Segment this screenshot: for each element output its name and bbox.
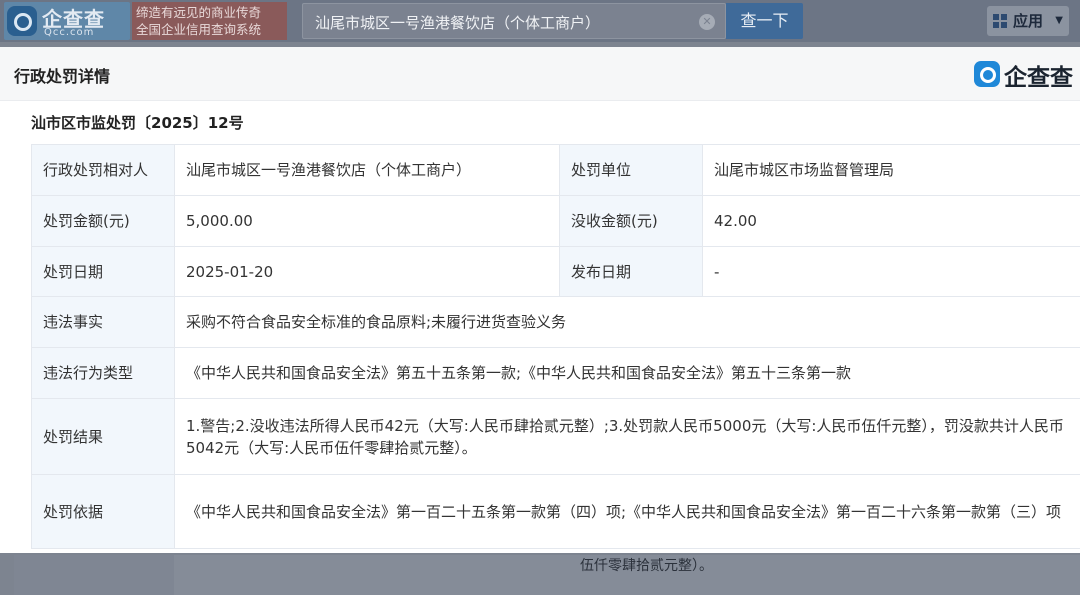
confiscate-value: 42.00 — [702, 195, 1080, 247]
modal-header: 行政处罚详情 企查查 — [0, 47, 1080, 101]
apps-menu-button[interactable]: 应用 ▼ — [987, 6, 1069, 36]
party-link[interactable]: 汕尾市城区一号渔港餐饮店（个体工商户） — [174, 144, 560, 196]
date-label: 处罚日期 — [31, 246, 175, 297]
table-row: 处罚依据 《中华人民共和国食品安全法》第一百二十五条第一款第（四）项;《中华人民… — [31, 474, 1080, 549]
search-button[interactable]: 查一下 — [726, 3, 803, 39]
violation-type-value: 《中华人民共和国食品安全法》第五十五条第一款;《中华人民共和国食品安全法》第五十… — [174, 347, 1080, 399]
modal-title: 行政处罚详情 — [14, 67, 111, 86]
slogan-banner: 缔造有远见的商业传奇 全国企业信用查询系统 — [132, 2, 287, 40]
penalty-detail-table: 行政处罚相对人 汕尾市城区一号渔港餐饮店（个体工商户） 处罚单位 汕尾市城区市场… — [31, 144, 1080, 549]
basis-value: 《中华人民共和国食品安全法》第一百二十五条第一款第（四）项;《中华人民共和国食品… — [174, 474, 1080, 549]
confiscate-label: 没收金额(元) — [559, 195, 703, 247]
qcc-logo[interactable]: 企查查 Qcc.com — [4, 2, 130, 40]
top-header: 企查查 Qcc.com 缔造有远见的商业传奇 全国企业信用查询系统 汕尾市城区一… — [0, 0, 1080, 42]
background-table-peek: 伍仟零肆拾贰元整）。 — [14, 555, 1080, 595]
facts-value: 采购不符合食品安全标准的食品原料;未履行进货查验义务 — [174, 296, 1080, 348]
brand-text: 企查查 — [1004, 65, 1073, 91]
apps-menu-label: 应用 — [1013, 12, 1044, 30]
party-label: 行政处罚相对人 — [31, 144, 175, 196]
background-peek-text: 伍仟零肆拾贰元整）。 — [580, 558, 713, 574]
table-row: 违法事实 采购不符合食品安全标准的食品原料;未履行进货查验义务 — [31, 296, 1080, 348]
table-row: 处罚日期 2025-01-20 发布日期 - — [31, 246, 1080, 297]
apps-grid-icon — [993, 14, 1007, 28]
slogan-line-2: 全国企业信用查询系统 — [136, 22, 262, 37]
table-row: 行政处罚相对人 汕尾市城区一号渔港餐饮店（个体工商户） 处罚单位 汕尾市城区市场… — [31, 144, 1080, 196]
unit-value: 汕尾市城区市场监督管理局 — [702, 144, 1080, 196]
table-row: 违法行为类型 《中华人民共和国食品安全法》第五十五条第一款;《中华人民共和国食品… — [31, 347, 1080, 399]
result-value: 1.警告;2.没收违法所得人民币42元（大写:人民币肆拾贰元整）;3.处罚款人民… — [174, 398, 1080, 475]
search-input[interactable]: 汕尾市城区一号渔港餐饮店（个体工商户） ✕ — [302, 3, 726, 39]
clear-search-icon[interactable]: ✕ — [699, 14, 715, 30]
slogan-line-1: 缔造有远见的商业传奇 — [136, 5, 262, 20]
qcc-logo-icon — [7, 6, 37, 36]
search-input-value: 汕尾市城区一号渔港餐饮店（个体工商户） — [315, 14, 601, 32]
publish-date-label: 发布日期 — [559, 246, 703, 297]
facts-label: 违法事实 — [31, 296, 175, 348]
modal-body: 汕市区市监处罚〔2025〕12号 行政处罚相对人 汕尾市城区一号渔港餐饮店（个体… — [14, 101, 1080, 553]
date-value: 2025-01-20 — [174, 246, 560, 297]
result-label: 处罚结果 — [31, 398, 175, 475]
violation-type-label: 违法行为类型 — [31, 347, 175, 399]
logo-subtext: Qcc.com — [44, 27, 95, 38]
case-number: 汕市区市监处罚〔2025〕12号 — [31, 114, 244, 132]
basis-label: 处罚依据 — [31, 474, 175, 549]
penalty-detail-modal: 行政处罚详情 企查查 汕市区市监处罚〔2025〕12号 行政处罚相对人 汕尾市城… — [0, 47, 1080, 553]
table-row: 处罚金额(元) 5,000.00 没收金额(元) 42.00 — [31, 195, 1080, 247]
table-row: 处罚结果 1.警告;2.没收违法所得人民币42元（大写:人民币肆拾贰元整）;3.… — [31, 398, 1080, 475]
unit-label: 处罚单位 — [559, 144, 703, 196]
amount-label: 处罚金额(元) — [31, 195, 175, 247]
publish-date-value: - — [702, 246, 1080, 297]
amount-value: 5,000.00 — [174, 195, 560, 247]
chevron-down-icon: ▼ — [1055, 15, 1063, 26]
qcc-brand-icon — [974, 61, 1000, 87]
